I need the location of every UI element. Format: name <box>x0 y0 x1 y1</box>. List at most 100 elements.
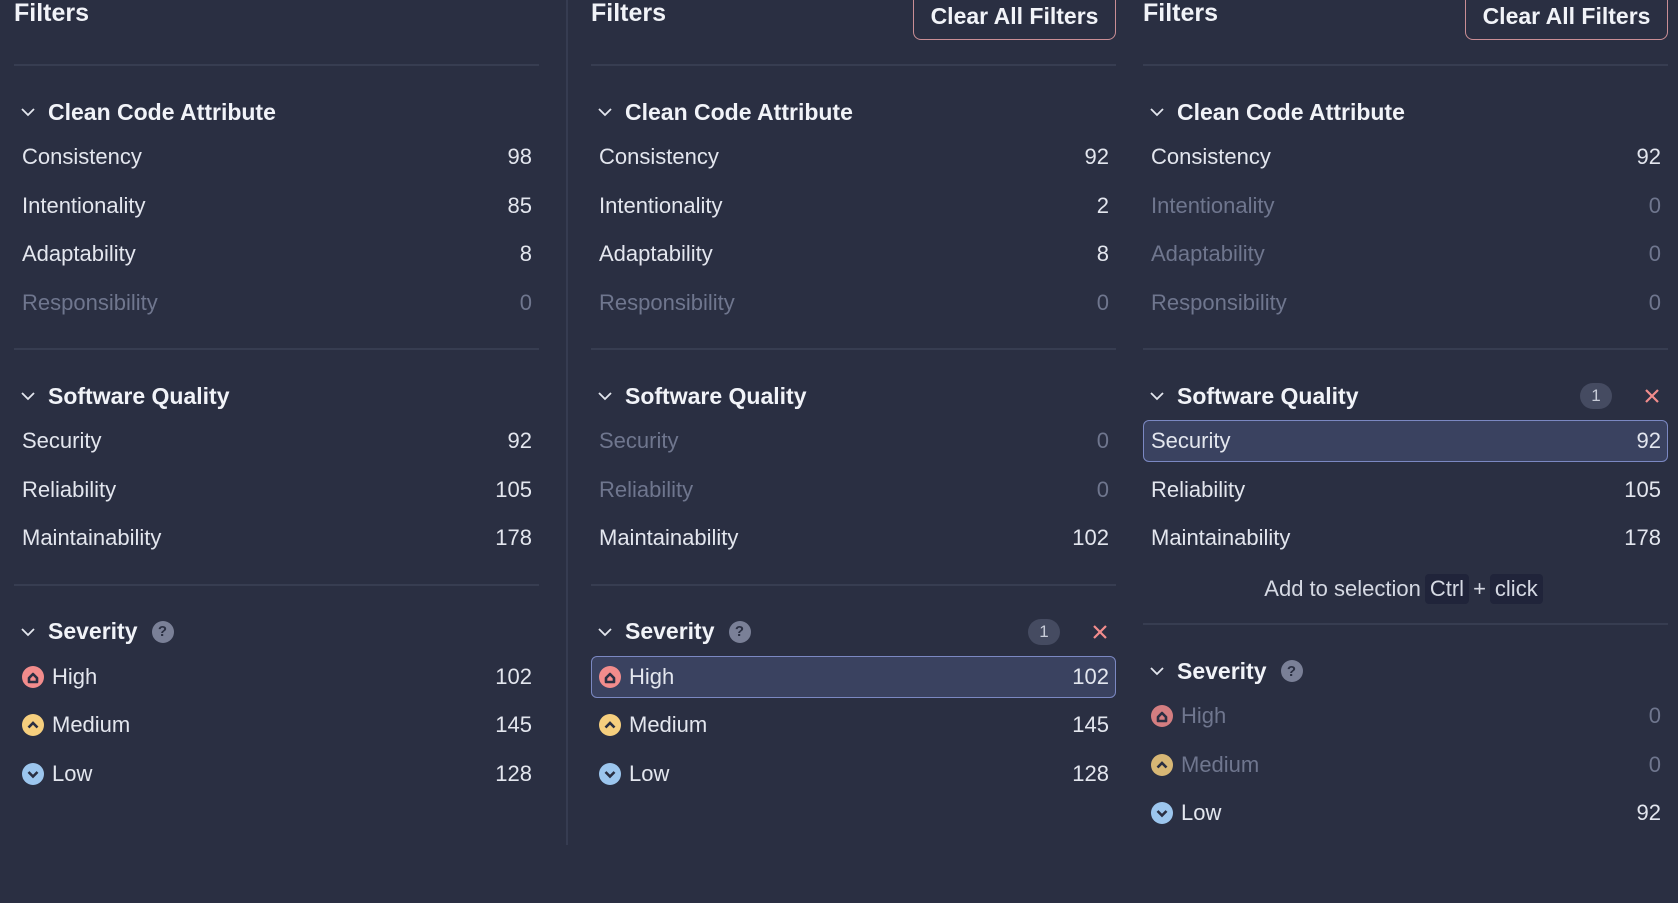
facet-item-responsibility: Responsibility 0 <box>1143 282 1668 324</box>
facet-item-adaptability[interactable]: Adaptability 8 <box>591 233 1116 275</box>
facet-title: Clean Code Attribute <box>48 98 276 125</box>
facet-item-high[interactable]: High 102 <box>591 655 1116 698</box>
severity-high-icon <box>22 665 44 688</box>
software-quality-facet-header[interactable]: Software Quality 1 <box>1143 372 1668 420</box>
facet-item-security: Security 0 <box>591 420 1116 462</box>
facet-item-consistency[interactable]: Consistency 98 <box>14 136 539 178</box>
facet-item-label: Security <box>1151 428 1231 453</box>
facet-item-count: 0 <box>1648 289 1661 315</box>
hint-text: Add to selection <box>1264 576 1421 601</box>
facet-title: Clean Code Attribute <box>625 98 853 125</box>
selected-count-badge: 1 <box>1580 383 1612 409</box>
help-icon[interactable]: ? <box>728 620 751 643</box>
chevron-down-icon <box>20 388 36 404</box>
severity-facet-header[interactable]: Severity ? 1 <box>591 608 1116 656</box>
facet-item-low[interactable]: Low 128 <box>14 753 539 795</box>
clean-code-attribute-facet-header[interactable]: Clean Code Attribute <box>1143 88 1668 136</box>
facet-item-maintainability[interactable]: Maintainability 178 <box>14 517 539 559</box>
facet-item-low[interactable]: Low 128 <box>591 753 1116 795</box>
filters-header: Filters Clear All Filters <box>1143 0 1668 64</box>
help-icon[interactable]: ? <box>151 620 174 643</box>
help-icon[interactable]: ? <box>1280 660 1303 682</box>
facet-title: Software Quality <box>1177 382 1359 409</box>
facet-item-consistency[interactable]: Consistency 92 <box>1143 136 1668 178</box>
facet-item-high[interactable]: High 102 <box>14 656 539 698</box>
facet-item-count: 92 <box>1636 800 1661 825</box>
facet-item-security[interactable]: Security 92 <box>1143 420 1668 462</box>
severity-medium-icon <box>22 714 44 736</box>
severity-low-icon <box>599 762 621 785</box>
facet-item-medium[interactable]: Medium 145 <box>14 704 539 746</box>
facet-item-count: 92 <box>1636 428 1661 453</box>
facet-item-label: Medium <box>52 712 131 737</box>
chevron-down-icon <box>20 104 36 120</box>
facet-item-label: Consistency <box>22 144 142 169</box>
clear-all-filters-button[interactable]: Clear All Filters <box>913 0 1116 40</box>
facet-item-intentionality: Intentionality 0 <box>1143 185 1668 227</box>
facet-item-responsibility: Responsibility 0 <box>14 282 539 324</box>
filters-header: Filters <box>14 0 539 64</box>
facet-item-count: 92 <box>507 428 532 453</box>
facet-item-label: Consistency <box>1151 144 1271 169</box>
severity-high-icon <box>599 665 621 688</box>
severity-low-icon <box>22 762 44 785</box>
facet-item-label: Consistency <box>599 144 719 169</box>
facet-item-label: Responsibility <box>1151 289 1287 315</box>
close-icon[interactable] <box>1090 622 1110 642</box>
facet-item-label: Security <box>599 428 679 453</box>
facet-item-medium: Medium 0 <box>1143 744 1668 786</box>
filters-header: Filters Clear All Filters <box>591 0 1116 64</box>
clean-code-attribute-facet-header[interactable]: Clean Code Attribute <box>591 88 1116 136</box>
facet-item-label: Maintainability <box>22 525 162 550</box>
facet-item-intentionality[interactable]: Intentionality 85 <box>14 185 539 227</box>
facet-item-count: 98 <box>507 144 532 169</box>
facet-item-maintainability[interactable]: Maintainability 102 <box>591 517 1116 559</box>
severity-facet-header[interactable]: Severity ? <box>14 608 539 656</box>
facet-item-label: Reliability <box>1151 476 1246 502</box>
software-quality-facet-header[interactable]: Software Quality <box>14 372 539 420</box>
facet-item-adaptability[interactable]: Adaptability 8 <box>14 233 539 275</box>
multi-select-hint: Add to selection Ctrl + click <box>1143 569 1668 609</box>
divider <box>591 348 1116 350</box>
facet-title: Severity <box>48 618 138 644</box>
severity-facet-header[interactable]: Severity ? <box>1143 647 1668 695</box>
facet-item-reliability[interactable]: Reliability 105 <box>1143 469 1668 511</box>
divider <box>14 583 539 586</box>
facet-item-count: 102 <box>1072 525 1109 550</box>
facet-item-count: 8 <box>519 241 532 266</box>
facet-item-consistency[interactable]: Consistency 92 <box>591 136 1116 178</box>
facet-item-high: High 0 <box>1143 695 1668 737</box>
facet-item-count: 0 <box>1648 192 1661 218</box>
facet-item-reliability[interactable]: Reliability 105 <box>14 469 539 511</box>
hint-plus: + <box>1473 576 1486 601</box>
chevron-down-icon <box>1149 388 1165 404</box>
facet-item-medium[interactable]: Medium 145 <box>591 704 1116 746</box>
facet-item-label: Reliability <box>22 476 117 502</box>
clear-all-filters-button[interactable]: Clear All Filters <box>1465 0 1668 40</box>
filters-title: Filters <box>591 0 667 27</box>
facet-item-intentionality[interactable]: Intentionality 2 <box>591 185 1116 227</box>
close-icon[interactable] <box>1642 386 1662 406</box>
facet-item-label: Responsibility <box>22 289 158 315</box>
clean-code-attribute-facet-header[interactable]: Clean Code Attribute <box>14 88 539 136</box>
facet-item-count: 0 <box>1648 241 1661 266</box>
facet-item-security[interactable]: Security 92 <box>14 420 539 462</box>
chevron-down-icon <box>597 624 613 640</box>
click-key: click <box>1489 574 1543 604</box>
facet-item-count: 0 <box>1096 476 1109 502</box>
facet-item-count: 102 <box>495 663 532 689</box>
facet-item-count: 105 <box>495 476 532 502</box>
facet-item-count: 178 <box>1624 525 1661 550</box>
facet-item-count: 145 <box>1072 712 1109 737</box>
facet-item-low[interactable]: Low 92 <box>1143 792 1668 834</box>
facet-item-label: Intentionality <box>22 192 146 218</box>
facet-item-count: 0 <box>1096 428 1109 453</box>
facet-item-maintainability[interactable]: Maintainability 178 <box>1143 517 1668 559</box>
software-quality-facet-header[interactable]: Software Quality <box>591 372 1116 420</box>
severity-medium-icon <box>1151 753 1173 776</box>
facet-item-label: Adaptability <box>599 241 713 266</box>
facet-title: Software Quality <box>48 382 230 409</box>
facet-item-count: 92 <box>1084 144 1109 169</box>
facet-item-label: Reliability <box>599 476 694 502</box>
chevron-down-icon <box>597 104 613 120</box>
